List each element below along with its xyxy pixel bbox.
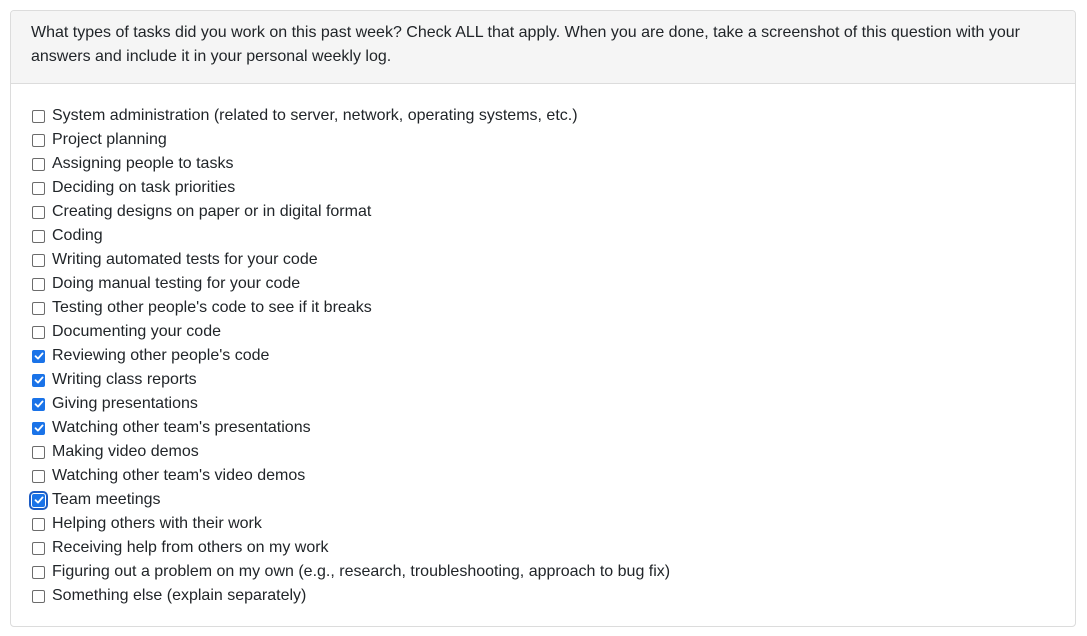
checkbox[interactable] (32, 301, 45, 315)
option-label: Giving presentations (52, 395, 198, 412)
checkbox[interactable] (32, 205, 45, 219)
checkmark-icon (34, 496, 43, 504)
option-manual-testing[interactable]: Doing manual testing for your code (31, 272, 1055, 296)
option-documenting-code[interactable]: Documenting your code (31, 320, 1055, 344)
option-watching-video-demos[interactable]: Watching other team's video demos (31, 464, 1055, 488)
checkbox[interactable] (32, 541, 45, 555)
checkbox[interactable] (32, 229, 45, 243)
option-label: Receiving help from others on my work (52, 539, 329, 556)
checkbox[interactable] (32, 565, 45, 579)
checkbox[interactable] (32, 445, 45, 459)
option-figuring-out-problem[interactable]: Figuring out a problem on my own (e.g., … (31, 560, 1055, 584)
checkbox[interactable] (32, 253, 45, 267)
option-label: Documenting your code (52, 323, 221, 340)
checkmark-icon (34, 352, 43, 360)
options-body: System administration (related to server… (11, 84, 1075, 608)
option-label: Writing automated tests for your code (52, 251, 318, 268)
option-label: Watching other team's presentations (52, 419, 311, 436)
option-label: Coding (52, 227, 103, 244)
checkbox[interactable] (32, 349, 45, 363)
option-label: Assigning people to tasks (52, 155, 234, 172)
option-giving-presentations[interactable]: Giving presentations (31, 392, 1055, 416)
option-label: Creating designs on paper or in digital … (52, 203, 372, 220)
option-making-video-demos[interactable]: Making video demos (31, 440, 1055, 464)
checkbox[interactable] (32, 373, 45, 387)
option-label: Helping others with their work (52, 515, 262, 532)
option-team-meetings[interactable]: Team meetings (29, 488, 1055, 512)
option-label: Testing other people's code to see if it… (52, 299, 372, 316)
question-header: What types of tasks did you work on this… (11, 11, 1075, 84)
checkbox[interactable] (32, 109, 45, 123)
option-label: Team meetings (52, 491, 161, 508)
option-watching-presentations[interactable]: Watching other team's presentations (31, 416, 1055, 440)
checkbox[interactable] (32, 133, 45, 147)
checkbox-list: System administration (related to server… (29, 104, 1055, 608)
option-label: System administration (related to server… (52, 107, 578, 124)
option-label: Watching other team's video demos (52, 467, 306, 484)
option-system-administration[interactable]: System administration (related to server… (31, 104, 1055, 128)
option-class-reports[interactable]: Writing class reports (31, 368, 1055, 392)
checkbox[interactable] (32, 397, 45, 411)
option-assigning-people[interactable]: Assigning people to tasks (31, 152, 1055, 176)
option-label: Writing class reports (52, 371, 197, 388)
option-label: Project planning (52, 131, 167, 148)
option-label: Making video demos (52, 443, 199, 460)
option-automated-tests[interactable]: Writing automated tests for your code (31, 248, 1055, 272)
option-something-else[interactable]: Something else (explain separately) (31, 584, 1055, 608)
question-text: What types of tasks did you work on this… (31, 24, 1020, 65)
option-coding[interactable]: Coding (31, 224, 1055, 248)
option-task-priorities[interactable]: Deciding on task priorities (31, 176, 1055, 200)
option-creating-designs[interactable]: Creating designs on paper or in digital … (31, 200, 1055, 224)
option-project-planning[interactable]: Project planning (31, 128, 1055, 152)
checkbox[interactable] (32, 325, 45, 339)
question-card: What types of tasks did you work on this… (10, 10, 1076, 627)
option-label: Something else (explain separately) (52, 587, 307, 604)
checkbox[interactable] (32, 181, 45, 195)
checkmark-icon (34, 424, 43, 432)
option-helping-others[interactable]: Helping others with their work (31, 512, 1055, 536)
checkmark-icon (34, 376, 43, 384)
option-receiving-help[interactable]: Receiving help from others on my work (31, 536, 1055, 560)
checkbox[interactable] (32, 421, 45, 435)
checkmark-icon (34, 400, 43, 408)
option-label: Reviewing other people's code (52, 347, 270, 364)
option-reviewing-code[interactable]: Reviewing other people's code (31, 344, 1055, 368)
option-testing-others-code[interactable]: Testing other people's code to see if it… (31, 296, 1055, 320)
checkbox[interactable] (32, 157, 45, 171)
option-label: Deciding on task priorities (52, 179, 236, 196)
checkbox[interactable] (29, 490, 48, 510)
checkbox[interactable] (32, 589, 45, 603)
checkbox[interactable] (32, 469, 45, 483)
checkbox[interactable] (32, 277, 45, 291)
option-label: Doing manual testing for your code (52, 275, 301, 292)
option-label: Figuring out a problem on my own (e.g., … (52, 563, 671, 580)
checkbox[interactable] (32, 517, 45, 531)
